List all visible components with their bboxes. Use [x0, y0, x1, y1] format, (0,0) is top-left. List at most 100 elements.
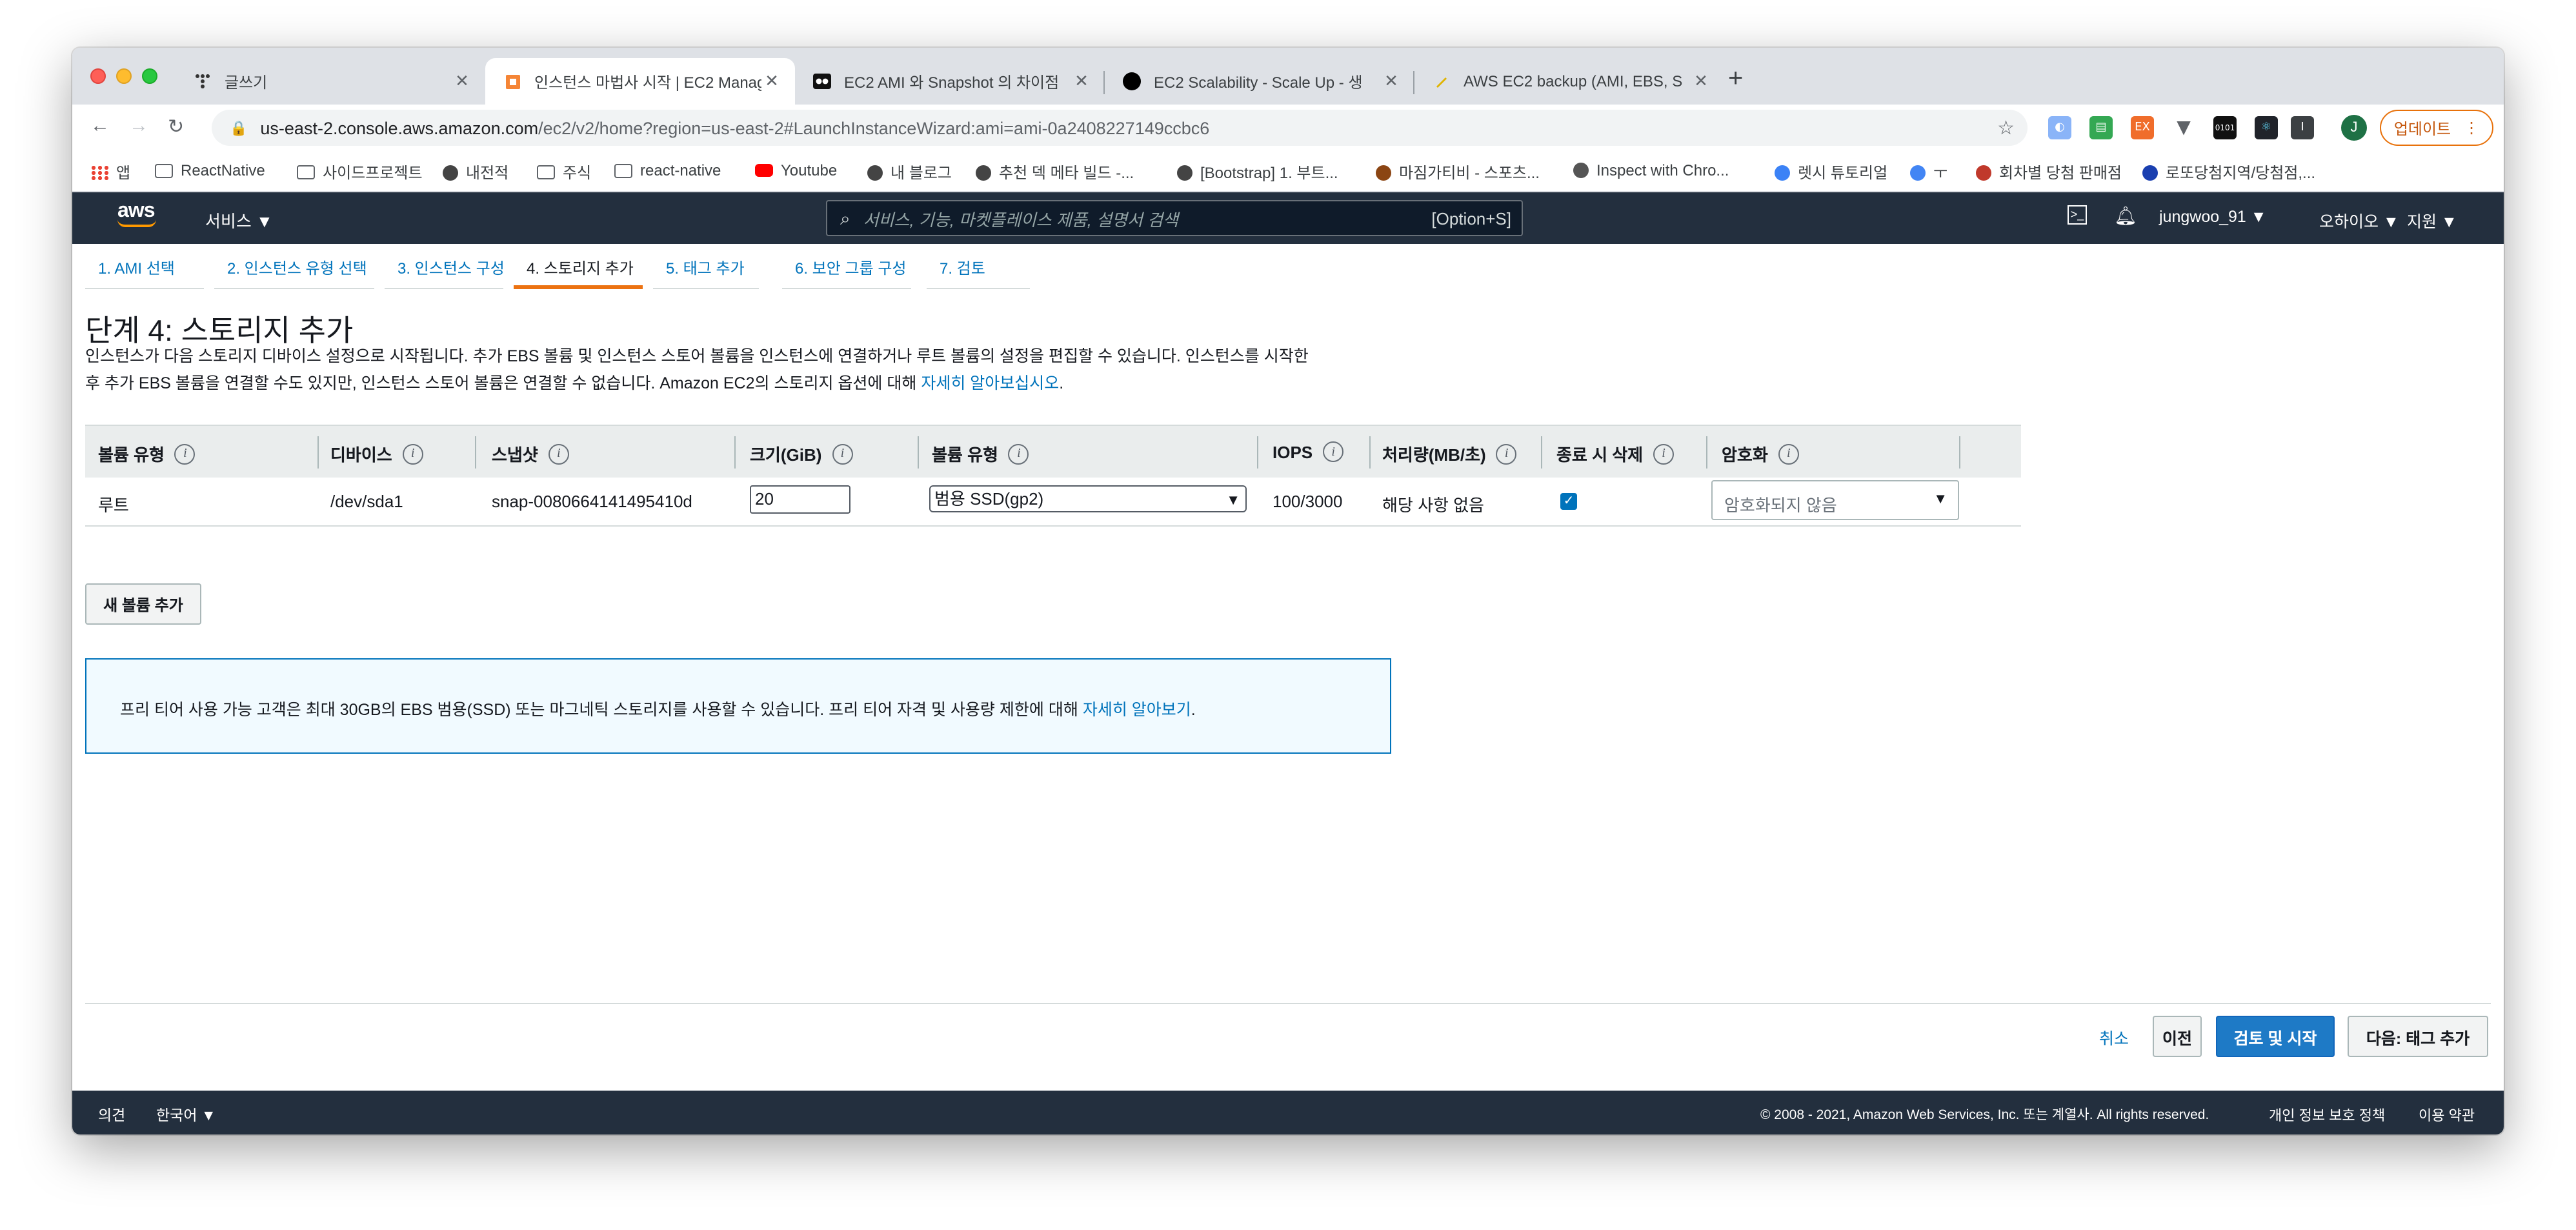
column-divider: [918, 436, 919, 469]
react-devtools-icon[interactable]: ⚛: [2255, 116, 2278, 139]
info-icon[interactable]: i: [1496, 443, 1517, 464]
delete-on-termination-checkbox[interactable]: ✓: [1560, 493, 1577, 510]
site-icon: [1573, 163, 1589, 178]
bookmark-label: react-native: [640, 161, 721, 179]
new-tab-button[interactable]: +: [1728, 66, 1743, 92]
browser-tab-launch-wizard[interactable]: 인스턴스 마법사 시작 | EC2 Manag ✕: [485, 58, 795, 105]
tab-close-icon[interactable]: ✕: [1381, 71, 1402, 92]
folder-icon: [614, 163, 632, 177]
notification-bell-icon[interactable]: 🔔︎: [2114, 205, 2137, 227]
bookmark-item[interactable]: 내 블로그: [867, 161, 952, 183]
bookmark-star-icon[interactable]: ☆: [1997, 116, 2015, 139]
language-selector[interactable]: 한국어 ▼: [156, 1105, 216, 1125]
tab-close-icon[interactable]: ✕: [761, 71, 782, 92]
info-icon[interactable]: i: [1008, 443, 1029, 464]
cloudshell-icon[interactable]: >_: [2068, 205, 2087, 225]
services-menu[interactable]: 서비스 ▼: [205, 208, 273, 232]
wizard-step-security-group[interactable]: 6. 보안 그룹 구성: [782, 250, 911, 289]
bookmark-item[interactable]: ReactNative: [155, 161, 265, 179]
previous-button[interactable]: 이전: [2153, 1016, 2202, 1057]
bookmark-item[interactable]: 내전적: [443, 161, 508, 183]
footer-divider: [85, 1003, 2491, 1004]
minimize-window-button[interactable]: [116, 68, 132, 84]
encryption-select[interactable]: 암호화되지 않음 ▼: [1711, 480, 1959, 520]
extension-icon[interactable]: EX: [2131, 116, 2154, 139]
bookmark-item[interactable]: 사이드프로젝트: [297, 161, 423, 183]
privacy-policy-link[interactable]: 개인 정보 보호 정책: [2269, 1105, 2385, 1125]
bookmark-label: 내전적: [466, 164, 509, 182]
binary-extension-icon[interactable]: 0101: [2213, 116, 2237, 139]
bookmark-item[interactable]: Inspect with Chro...: [1573, 161, 1729, 179]
maximize-window-button[interactable]: [142, 68, 157, 84]
bookmark-item[interactable]: 회차별 당첨 판매점: [1976, 161, 2122, 183]
terms-link[interactable]: 이용 약관: [2419, 1105, 2475, 1125]
bookmark-item[interactable]: 앱: [90, 161, 130, 183]
extension-icon[interactable]: I: [2291, 116, 2314, 139]
learn-more-link[interactable]: 자세히 알아보십시오: [921, 374, 1059, 392]
extension-icon[interactable]: ▤: [2089, 116, 2113, 139]
wizard-step-ami[interactable]: 1. AMI 선택: [85, 250, 204, 289]
free-tier-learn-more-link[interactable]: 자세히 알아보기: [1083, 701, 1191, 719]
info-icon[interactable]: i: [1323, 441, 1344, 462]
bookmark-item[interactable]: 주식: [537, 161, 591, 183]
wizard-step-configure[interactable]: 3. 인스턴스 구성: [385, 250, 505, 289]
bookmark-item[interactable]: Youtube: [755, 161, 837, 179]
bookmark-item[interactable]: [Bootstrap] 1. 부트...: [1177, 161, 1338, 183]
column-divider: [734, 436, 736, 469]
vue-devtools-icon[interactable]: ▼: [2172, 116, 2195, 139]
site-icon: [1775, 165, 1790, 180]
tab-title: AWS EC2 backup (AMI, EBS, S: [1464, 72, 1683, 90]
column-divider: [1541, 436, 1542, 469]
browser-tab-ami-snapshot[interactable]: EC2 AMI 와 Snapshot 의 차이점 ✕: [795, 58, 1105, 105]
wizard-step-instance-type[interactable]: 2. 인스턴스 유형 선택: [214, 250, 374, 289]
back-arrow-icon[interactable]: ←: [90, 115, 110, 137]
account-menu[interactable]: jungwoo_91 ▼: [2159, 208, 2267, 226]
profile-avatar[interactable]: J: [2341, 115, 2367, 141]
browser-tab-scalability[interactable]: EC2 Scalability - Scale Up - 생 ✕: [1105, 58, 1414, 105]
info-icon[interactable]: i: [174, 443, 196, 464]
console-search[interactable]: ⌕ 서비스, 기능, 마켓플레이스 제품, 설명서 검색 [Option+S]: [826, 200, 1523, 236]
region-menu[interactable]: 오하이오 ▼: [2319, 208, 2399, 232]
bookmark-item[interactable]: 마짐가티비 - 스포츠...: [1376, 161, 1540, 183]
column-divider: [475, 436, 476, 469]
next-add-tags-button[interactable]: 다음: 태그 추가: [2348, 1016, 2488, 1057]
info-icon[interactable]: i: [548, 443, 569, 464]
forward-arrow-icon[interactable]: →: [129, 115, 148, 137]
column-header: IOPS i: [1273, 441, 1344, 462]
info-icon[interactable]: i: [832, 443, 853, 464]
bookmark-item[interactable]: ㅜ: [1910, 161, 1947, 183]
reload-icon[interactable]: ↻: [168, 115, 184, 138]
support-menu[interactable]: 지원 ▼: [2407, 208, 2457, 232]
update-button[interactable]: 업데이트 ⋮: [2380, 110, 2493, 146]
address-bar[interactable]: 🔒 us-east-2.console.aws.amazon.com/ec2/v…: [212, 110, 2028, 146]
bookmark-item[interactable]: 추천 덱 메타 빌드 -...: [976, 161, 1134, 183]
feedback-link[interactable]: 의견: [98, 1105, 125, 1125]
extension-icon[interactable]: ◐: [2048, 116, 2071, 139]
description-line: 인스턴스가 다음 스토리지 디바이스 설정으로 시작됩니다. 추가 EBS 볼륨…: [85, 347, 1309, 365]
info-icon[interactable]: i: [1653, 443, 1675, 464]
bookmark-item[interactable]: 렛시 튜토리얼: [1775, 161, 1887, 183]
browser-tab-ec2-backup[interactable]: AWS EC2 backup (AMI, EBS, S ✕: [1414, 58, 1724, 105]
browser-tab-write[interactable]: 글쓰기 ✕: [176, 58, 485, 105]
info-icon[interactable]: i: [402, 443, 423, 464]
info-icon[interactable]: i: [1778, 443, 1799, 464]
size-input[interactable]: 20: [750, 485, 850, 514]
tab-close-icon[interactable]: ✕: [1691, 71, 1711, 92]
close-window-button[interactable]: [90, 68, 106, 84]
aws-logo[interactable]: aws: [117, 201, 161, 227]
tab-close-icon[interactable]: ✕: [452, 71, 472, 92]
wizard-step-review[interactable]: 7. 검토: [927, 250, 1030, 289]
tab-close-icon[interactable]: ✕: [1071, 71, 1092, 92]
add-volume-button[interactable]: 새 볼륨 추가: [85, 583, 201, 625]
wizard-step-storage[interactable]: 4. 스토리지 추가: [514, 250, 643, 289]
bookmark-item[interactable]: 로또당첨지역/당첨점,...: [2142, 161, 2315, 183]
bookmark-item[interactable]: react-native: [614, 161, 721, 179]
column-divider: [1959, 436, 1960, 469]
bookmarks-bar: 앱 ReactNative 사이드프로젝트 내전적 주식 react-nativ…: [72, 151, 2504, 192]
volume-type-select[interactable]: 범용 SSD(gp2) ▼: [929, 485, 1247, 512]
window-controls: [90, 68, 157, 84]
cancel-button[interactable]: 취소: [2093, 1016, 2135, 1057]
tab-title: 글쓰기: [225, 73, 268, 91]
wizard-step-tags[interactable]: 5. 태그 추가: [653, 250, 759, 289]
review-and-launch-button[interactable]: 검토 및 시작: [2216, 1016, 2335, 1057]
